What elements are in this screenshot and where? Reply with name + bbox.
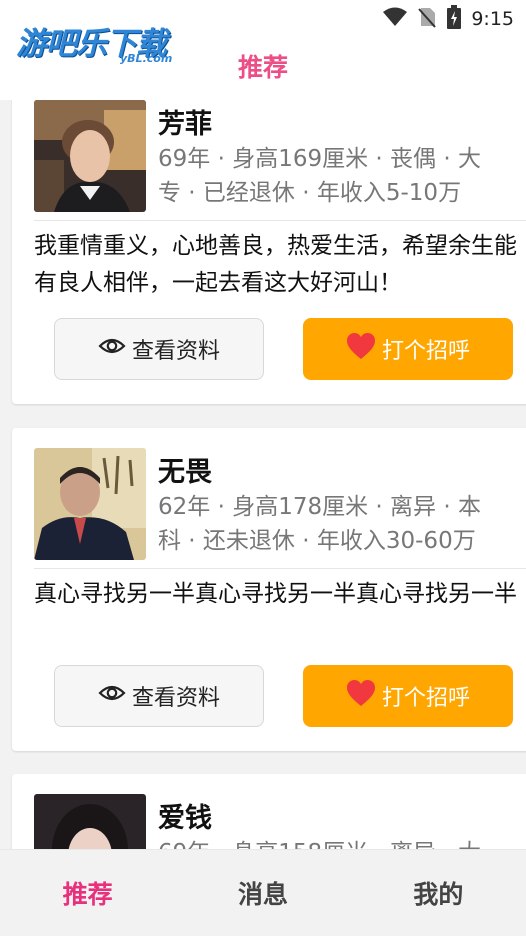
nav-item-messages[interactable]: 消息	[175, 850, 350, 936]
bottom-nav: 推荐 消息 我的	[0, 849, 526, 936]
status-bar: 9:15	[383, 5, 514, 33]
profile-name: 芳菲	[158, 109, 212, 140]
battery-charging-icon	[447, 5, 462, 33]
profile-meta: 62年 · 身高178厘米 · 离异 · 本科 · 还未退休 · 年收入30-6…	[158, 494, 481, 554]
say-hello-button[interactable]: 打个招呼	[303, 665, 513, 727]
page-title: 推荐	[237, 53, 288, 82]
profile-card[interactable]: 无畏 62年 · 身高178厘米 · 离异 · 本科 · 还未退休 · 年收入3…	[12, 428, 526, 751]
no-sim-icon	[417, 6, 437, 32]
view-profile-button[interactable]: 查看资料	[54, 665, 264, 727]
profile-meta: 69年 · 身高169厘米 · 丧偶 · 大专 · 已经退休 · 年收入5-10…	[158, 146, 481, 206]
profile-name: 爱钱	[158, 803, 212, 834]
say-hello-label: 打个招呼	[381, 339, 470, 364]
card-divider	[34, 568, 526, 569]
eye-icon	[98, 336, 126, 362]
app-header: 游吧乐下载 yBL.com 推荐 9:15	[0, 0, 526, 100]
profile-intro: 我重情重义，心地善良，热爱生活，希望余生能有良人相伴，一起去看这大好河山！	[34, 233, 517, 296]
avatar[interactable]	[34, 448, 146, 560]
say-hello-label: 打个招呼	[381, 686, 470, 711]
heart-icon	[346, 332, 376, 366]
nav-item-mine[interactable]: 我的	[351, 850, 526, 936]
profile-intro: 真心寻找另一半真心寻找另一半真心寻找另一半	[34, 581, 517, 607]
wifi-icon	[383, 7, 408, 31]
eye-icon	[98, 683, 126, 709]
app-screen: 芳菲 69年 · 身高169厘米 · 丧偶 · 大专 · 已经退休 · 年收入5…	[0, 0, 526, 936]
heart-icon	[346, 679, 376, 713]
profile-name: 无畏	[158, 457, 212, 488]
view-profile-label: 查看资料	[131, 686, 220, 711]
avatar[interactable]	[34, 100, 146, 212]
view-profile-button[interactable]: 查看资料	[54, 318, 264, 380]
say-hello-button[interactable]: 打个招呼	[303, 318, 513, 380]
recommend-list[interactable]: 芳菲 69年 · 身高169厘米 · 丧偶 · 大专 · 已经退休 · 年收入5…	[0, 0, 526, 936]
status-time: 9:15	[471, 8, 514, 30]
view-profile-label: 查看资料	[131, 339, 220, 364]
nav-item-recommend[interactable]: 推荐	[0, 850, 175, 936]
card-divider	[34, 220, 526, 221]
profile-card[interactable]: 芳菲 69年 · 身高169厘米 · 丧偶 · 大专 · 已经退休 · 年收入5…	[12, 68, 526, 404]
